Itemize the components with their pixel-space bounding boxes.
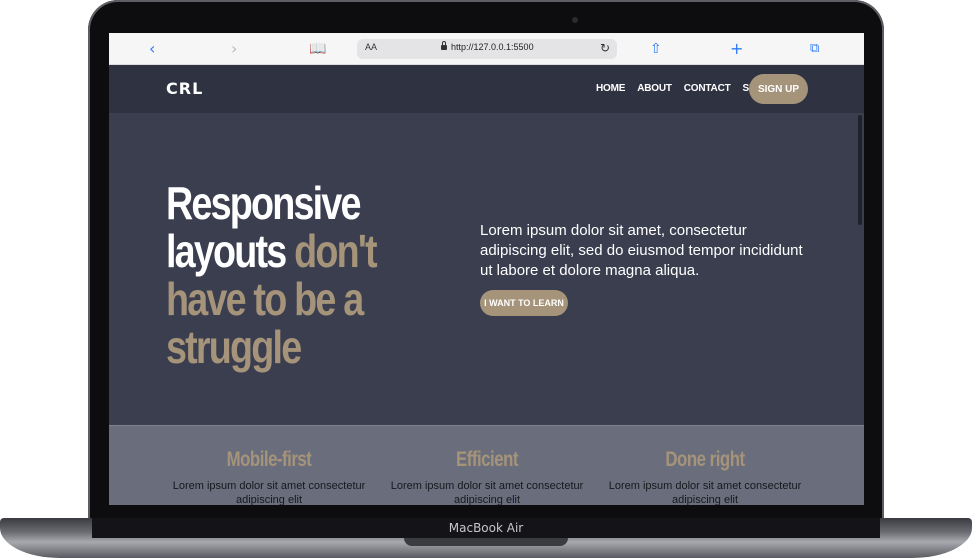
feature-title: Efficient xyxy=(456,448,518,471)
learn-button[interactable]: I WANT TO LEARN xyxy=(480,290,568,316)
laptop-notch xyxy=(404,538,568,546)
nav-contact[interactable]: CONTACT xyxy=(684,83,731,94)
hero-title-line-2-white: layouts xyxy=(166,225,287,277)
hero-title-line-1: Responsive xyxy=(166,177,362,229)
hero-title-line-4: struggle xyxy=(166,321,302,373)
back-icon[interactable]: ‹ xyxy=(149,39,155,59)
reader-aa-button[interactable]: AA xyxy=(365,42,377,52)
feature-title: Done right xyxy=(665,448,745,471)
feature-title: Mobile-first xyxy=(226,448,312,471)
bookmarks-icon[interactable]: 📖 xyxy=(309,39,326,59)
screen: ‹ › 📖 AA http://127.0.0.1:5500 ↻ ⇧ + ⧉ C… xyxy=(109,33,864,505)
nav-about[interactable]: ABOUT xyxy=(637,83,672,94)
features-section: Mobile-first Lorem ipsum dolor sit amet … xyxy=(109,425,864,505)
feature-text: Lorem ipsum dolor sit amet consectetur a… xyxy=(172,480,366,505)
sign-up-button[interactable]: SIGN UP xyxy=(749,74,808,104)
hero-title: Responsive layouts don't have to be a st… xyxy=(166,179,379,371)
browser-toolbar: ‹ › 📖 AA http://127.0.0.1:5500 ↻ ⇧ + ⧉ xyxy=(109,33,864,65)
hero-title-line-3: have to be a xyxy=(166,273,364,325)
tabs-overview-icon[interactable]: ⧉ xyxy=(810,39,819,59)
lock-icon xyxy=(441,41,447,50)
address-bar[interactable]: AA http://127.0.0.1:5500 ↻ xyxy=(357,39,617,59)
site-logo[interactable]: CRL xyxy=(166,79,203,98)
feature-card: Mobile-first Lorem ipsum dolor sit amet … xyxy=(169,448,369,505)
hero-section: Responsive layouts don't have to be a st… xyxy=(109,113,864,425)
feature-text: Lorem ipsum dolor sit amet consectetur a… xyxy=(390,480,584,505)
forward-icon[interactable]: › xyxy=(231,39,237,59)
device-label: MacBook Air xyxy=(448,521,524,535)
url-text: http://127.0.0.1:5500 xyxy=(451,42,534,52)
feature-card: Efficient Lorem ipsum dolor sit amet con… xyxy=(387,448,587,505)
page-scrollbar[interactable] xyxy=(858,115,862,225)
share-icon[interactable]: ⇧ xyxy=(650,39,662,59)
hero-description: Lorem ipsum dolor sit amet, consectetur … xyxy=(480,222,803,279)
nav-home[interactable]: HOME xyxy=(596,83,625,94)
camera-dot xyxy=(572,17,578,23)
feature-text: Lorem ipsum dolor sit amet consectetur a… xyxy=(608,480,802,505)
hero-title-line-2-gold: don't xyxy=(294,225,377,277)
feature-card: Done right Lorem ipsum dolor sit amet co… xyxy=(605,448,805,505)
site-navbar: CRL HOME ABOUT CONTACT SIGN IN SIGN UP xyxy=(109,65,864,113)
reload-icon[interactable]: ↻ xyxy=(600,41,610,55)
new-tab-icon[interactable]: + xyxy=(730,39,743,59)
